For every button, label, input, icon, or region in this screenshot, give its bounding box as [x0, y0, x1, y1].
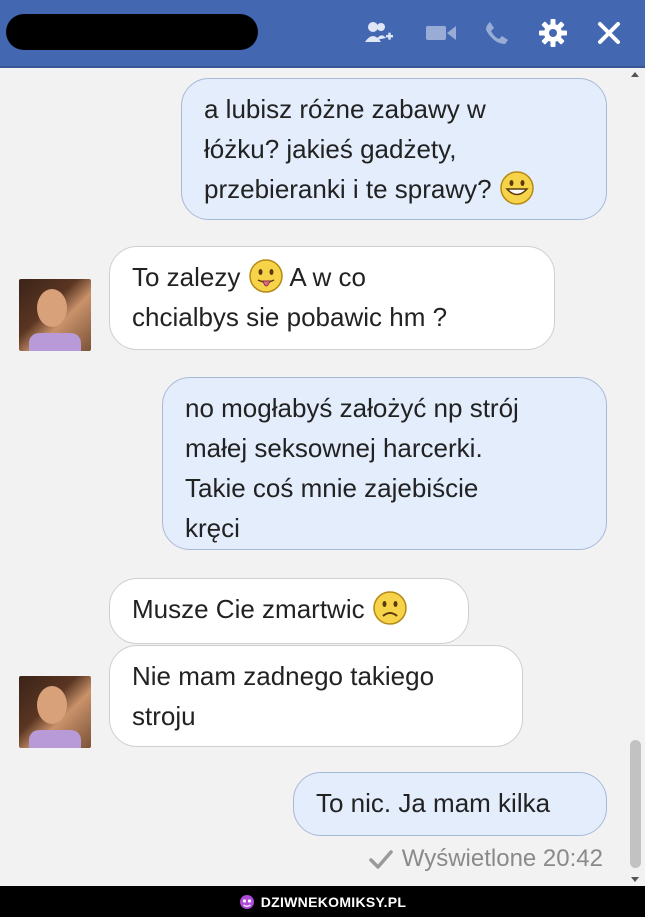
message-line: Nie mam zadnego takiego: [132, 661, 435, 691]
message-line: przebieranki i te sprawy?: [204, 169, 584, 209]
contact-avatar[interactable]: [19, 676, 91, 748]
close-icon[interactable]: [592, 16, 626, 50]
watermark-text: DZIWNEKOMIKSY.PL: [260, 893, 407, 910]
message-text: A w co: [289, 262, 367, 292]
message-line: To zalezy A w co: [132, 257, 532, 297]
incoming-message: Nie mam zadnego takiego stroju: [109, 645, 523, 747]
message-text: Musze Cie zmartwic: [132, 594, 365, 624]
redacted-contact-name: [6, 14, 258, 50]
message-line: łóżku? jakieś gadżety,: [204, 134, 457, 164]
message-line: Takie coś mnie zajebiście: [185, 473, 479, 503]
chat-header: [0, 0, 645, 68]
outgoing-message: To nic. Ja mam kilka: [293, 772, 607, 836]
scroll-down-arrow-icon[interactable]: [631, 877, 639, 882]
outgoing-message: a lubisz różne zabawy w łóżku? jakieś ga…: [181, 78, 607, 220]
phone-call-icon[interactable]: [480, 16, 514, 50]
message-line: kręci: [185, 513, 240, 543]
incoming-message: To zalezy A w co chcialbys sie pobawic h…: [109, 246, 555, 350]
message-line: stroju: [132, 701, 196, 731]
add-people-icon[interactable]: [362, 16, 396, 50]
tongue-emoji-icon: [248, 259, 283, 293]
message-line: no mogłabyś założyć np strój: [185, 393, 519, 423]
seen-label: Wyświetlone 20:42: [401, 845, 603, 872]
contact-avatar[interactable]: [19, 279, 91, 351]
scroll-up-arrow-icon[interactable]: [631, 72, 639, 77]
video-call-icon[interactable]: [424, 16, 458, 50]
sad-emoji-icon: [373, 591, 407, 625]
message-text: przebieranki i te sprawy?: [204, 174, 492, 204]
scrollbar[interactable]: [626, 68, 645, 886]
message-line: a lubisz różne zabawy w: [204, 94, 486, 124]
message-text: To zalezy: [132, 262, 241, 292]
message-line: chcialbys sie pobawic hm ?: [132, 302, 448, 332]
gear-icon[interactable]: [536, 16, 570, 50]
incoming-message: Musze Cie zmartwic: [109, 578, 469, 644]
message-line: To nic. Ja mam kilka: [316, 788, 551, 818]
grin-emoji-icon: [500, 171, 534, 205]
watermark-bar: DZIWNEKOMIKSY.PL: [0, 886, 645, 917]
checkmark-icon: [369, 850, 393, 869]
seen-status: Wyświetlone 20:42: [368, 845, 603, 873]
message-line: Musze Cie zmartwic: [132, 589, 446, 629]
watermark-logo-icon: [239, 894, 254, 909]
outgoing-message: no mogłabyś założyć np strój małej sekso…: [162, 377, 607, 550]
message-line: małej seksownej harcerki.: [185, 433, 483, 463]
scrollbar-thumb[interactable]: [630, 740, 641, 868]
